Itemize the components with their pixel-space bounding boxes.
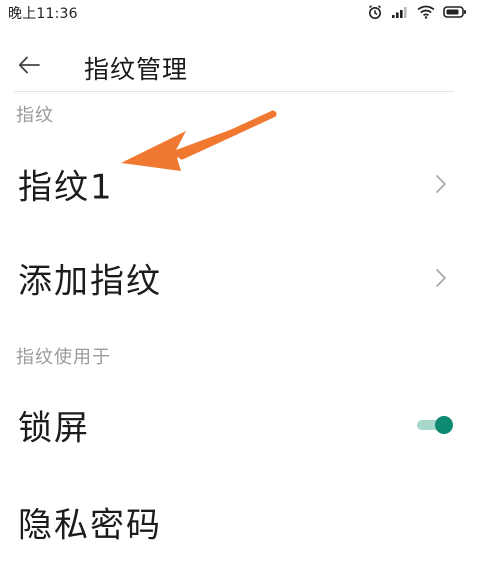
fingerprint-1-row[interactable]: 指纹1 — [0, 144, 481, 224]
header-divider — [14, 91, 454, 92]
signal-icon — [392, 7, 407, 18]
battery-icon — [443, 6, 466, 18]
page-title: 指纹管理 — [84, 55, 189, 84]
section-header-usage: 指纹使用于 — [16, 347, 111, 368]
toggle-knob — [435, 416, 453, 434]
lock-screen-toggle[interactable] — [417, 414, 453, 436]
fingerprint-1-label: 指纹1 — [18, 167, 114, 208]
lock-screen-row[interactable]: 锁屏 — [0, 385, 481, 465]
add-fingerprint-row[interactable]: 添加指纹 — [0, 238, 481, 318]
page-header: 指纹管理 — [0, 38, 481, 92]
privacy-password-label: 隐私密码 — [18, 505, 162, 546]
status-bar: 晚上11:36 — [0, 0, 481, 26]
wifi-icon — [417, 5, 435, 19]
back-button[interactable] — [12, 48, 46, 82]
chevron-right-icon — [436, 269, 446, 287]
alarm-icon — [369, 5, 381, 19]
privacy-password-row[interactable]: 隐私密码 — [0, 482, 481, 562]
back-arrow-icon — [18, 56, 40, 74]
status-time: 晚上11:36 — [8, 6, 78, 22]
chevron-right-icon — [436, 175, 446, 193]
add-fingerprint-label: 添加指纹 — [18, 261, 162, 302]
lock-screen-label: 锁屏 — [18, 408, 90, 449]
section-header-fingerprints: 指纹 — [16, 105, 54, 126]
status-icons — [367, 4, 467, 20]
